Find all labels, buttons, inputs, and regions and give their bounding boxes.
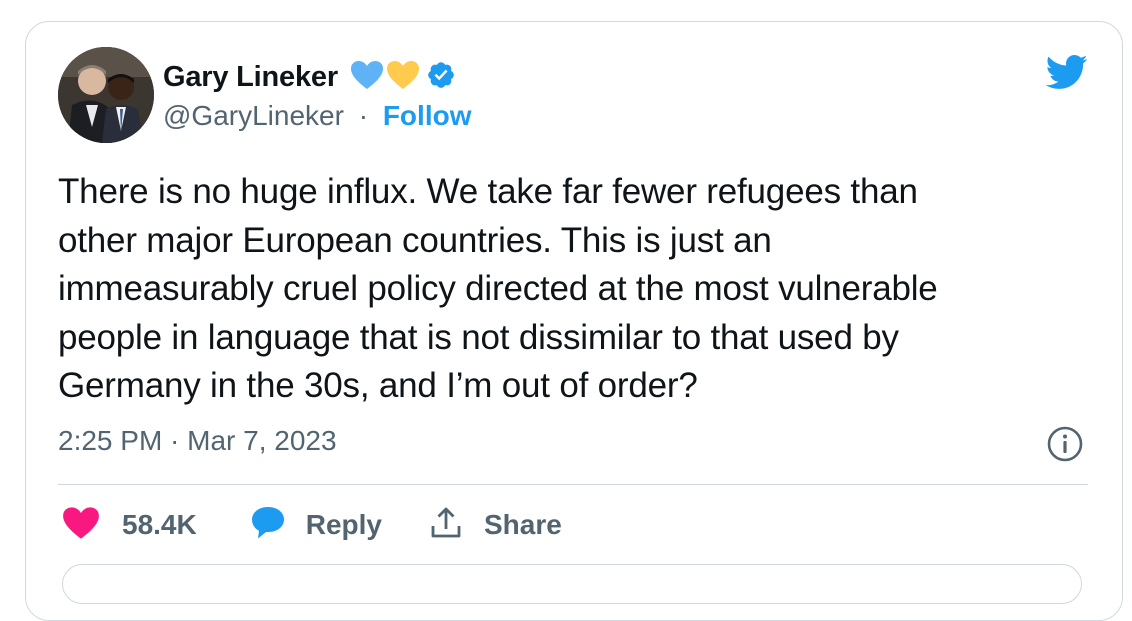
like-button[interactable]: 58.4K: [62, 506, 197, 545]
tweet-text-line: There is no huge influx. We take far few…: [58, 172, 918, 211]
twitter-bird-icon[interactable]: [1040, 50, 1092, 99]
divider: [58, 484, 1088, 485]
separator-dot: ·: [358, 100, 369, 131]
tweet-text-line: immeasurably cruel policy directed at th…: [58, 269, 938, 308]
heart-icon: [62, 506, 100, 545]
tweet-text-line: other major European countries. This is …: [58, 220, 772, 260]
author-name[interactable]: Gary Lineker: [163, 61, 338, 94]
author-handle[interactable]: @GaryLineker: [163, 100, 344, 131]
yellow-heart-icon: [386, 60, 420, 95]
info-icon[interactable]: [1046, 425, 1084, 468]
reply-button[interactable]: Reply: [249, 505, 382, 546]
share-label: Share: [483, 509, 562, 540]
avatar-photo: [58, 47, 154, 143]
tweet-actions: 58.4K Reply Share: [62, 500, 562, 550]
share-icon: [428, 505, 464, 546]
share-button[interactable]: Share: [428, 505, 562, 546]
tweet-text-line: Germany in the 30s, and I’m out of order…: [58, 366, 698, 405]
avatar[interactable]: [58, 47, 154, 143]
reply-bubble-icon: [249, 505, 287, 546]
tweet-timestamp[interactable]: 2:25 PM · Mar 7, 2023: [58, 425, 337, 457]
blue-heart-icon: [350, 60, 384, 95]
tweet-text: There is no huge influx. We take far few…: [58, 168, 1078, 411]
reply-label: Reply: [305, 509, 382, 540]
tweet-text-line: people in language that is not dissimila…: [58, 317, 899, 357]
like-count: 58.4K: [122, 509, 197, 540]
author-handle-row: @GaryLineker · Follow: [163, 100, 471, 132]
verified-badge-icon: [426, 60, 456, 95]
replies-button[interactable]: [62, 564, 1082, 604]
follow-link[interactable]: Follow: [383, 100, 472, 131]
author-name-row: Gary Lineker: [163, 57, 456, 97]
